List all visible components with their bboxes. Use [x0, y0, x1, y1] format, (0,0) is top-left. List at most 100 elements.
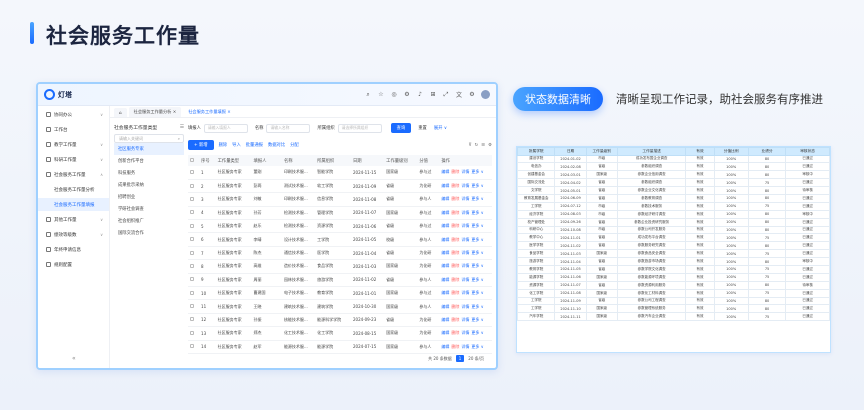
delete-link[interactable]: 删除: [451, 344, 459, 349]
detail-link[interactable]: 详情: [461, 263, 469, 268]
row-checkbox-cell[interactable]: [188, 246, 200, 261]
detail-link[interactable]: 详情: [461, 196, 469, 201]
settings-icon[interactable]: ⚙: [403, 91, 411, 98]
table-row[interactable]: 1 社区服务专家 董刚 印刷技术服... 智能学院 2024-11-15 国家级 参与过 编辑删…: [188, 166, 492, 180]
edit-link[interactable]: 编辑: [441, 169, 449, 174]
delete-link[interactable]: 删除: [451, 330, 459, 335]
sidebar-item[interactable]: 其他工作量 ∨: [38, 213, 109, 226]
table-row[interactable]: 7 社区服务专家 陈杰 通信技术服... 医学院 2024-11-04 省级 为化研 编辑 删除详…: [188, 246, 492, 261]
filter-icon[interactable]: ⊽: [469, 143, 472, 148]
row-checkbox[interactable]: [190, 183, 194, 188]
delete-link[interactable]: 删除: [451, 263, 459, 268]
more-link[interactable]: 更多 ∨: [471, 250, 483, 255]
org-select[interactable]: 请选择所属组织: [337, 123, 382, 133]
delete-link[interactable]: 删除: [451, 277, 459, 282]
sidebar-item[interactable]: 年终申请信息: [38, 243, 109, 256]
grid-icon[interactable]: ⊞: [429, 91, 437, 98]
delete-link[interactable]: 删除: [451, 196, 459, 201]
detail-link[interactable]: 详情: [461, 237, 469, 242]
sidebar-item[interactable]: 协同办公 ∨: [38, 108, 109, 121]
edit-link[interactable]: 编辑: [441, 317, 449, 322]
column-icon[interactable]: ☰: [481, 143, 485, 148]
row-checkbox-cell[interactable]: [188, 179, 200, 194]
edit-link[interactable]: 编辑: [441, 196, 449, 201]
row-checkbox[interactable]: [190, 237, 194, 242]
import-button[interactable]: 导入: [232, 142, 241, 148]
expand-icon[interactable]: ⤢: [442, 91, 450, 99]
tab[interactable]: 社会服务工作量分析 ×: [128, 107, 182, 117]
row-checkbox[interactable]: [190, 290, 194, 295]
table-row[interactable]: 12 社区服务专家 孙振 核能技术服... 能源科学学院 2024-09-23 省级 为化研编…: [188, 313, 492, 328]
more-link[interactable]: 更多 ∨: [471, 290, 483, 295]
name-input[interactable]: 请输入名称: [266, 123, 311, 133]
sidebar-item[interactable]: 社会服务工作量填报: [38, 198, 109, 211]
table-row[interactable]: 8 社区服务专家 高维 造价技术服... 食品学院 2024-11-03 国家级 为化研 编辑删…: [188, 259, 492, 274]
sidebar-item[interactable]: 社会服务工作量分析: [38, 183, 109, 196]
table-row[interactable]: 14 社区服务专家 赵军 能源技术服... 能源学院 2024-07-15 国家级 参与人 编辑…: [188, 340, 492, 354]
sidebar-item[interactable]: 工作台: [38, 123, 109, 136]
table-row[interactable]: 2 社区服务专家 彭两 测试技术服... 软工学院 2024-11-09 省级 为化研 编辑 删除…: [188, 179, 492, 194]
table-row[interactable]: 10 社区服务专家 曹建国 电子技术服... 教育学院 2024-11-01 国家级 参与过编…: [188, 286, 492, 301]
edit-link[interactable]: 编辑: [441, 344, 449, 349]
edit-link[interactable]: 编辑: [441, 237, 449, 242]
delete-link[interactable]: 删除: [451, 317, 459, 322]
row-checkbox[interactable]: [190, 196, 194, 201]
tree-item[interactable]: 国际交流合作: [114, 227, 184, 239]
share-button[interactable]: 分配: [290, 142, 299, 148]
search-icon[interactable]: ⌕: [364, 91, 372, 99]
delete-link[interactable]: 删除: [451, 183, 459, 188]
row-checkbox[interactable]: [190, 169, 194, 174]
edit-link[interactable]: 编辑: [441, 304, 449, 309]
more-link[interactable]: 更多 ∨: [471, 317, 483, 322]
new-button[interactable]: + 新增: [188, 140, 214, 150]
tree-item[interactable]: 创新合作平台: [114, 155, 184, 167]
select-all-checkbox[interactable]: [188, 155, 200, 166]
row-checkbox-cell[interactable]: [188, 259, 200, 274]
delete-button[interactable]: 删除: [219, 142, 228, 148]
table-row[interactable]: 13 社区服务专家 郑杰 化工技术服... 化工学院 2024-08-15 国家级 为化研 编辑…: [188, 326, 492, 341]
edit-link[interactable]: 编辑: [441, 250, 449, 255]
page-size-select[interactable]: 20 条/页: [468, 356, 484, 362]
more-link[interactable]: 更多 ∨: [471, 169, 483, 174]
more-link[interactable]: 更多 ∨: [471, 196, 483, 201]
star-icon[interactable]: ☆: [377, 91, 385, 98]
edit-link[interactable]: 编辑: [441, 290, 449, 295]
bell-icon[interactable]: ♪: [416, 91, 424, 98]
edit-link[interactable]: 编辑: [441, 277, 449, 282]
detail-link[interactable]: 详情: [461, 290, 469, 295]
detail-link[interactable]: 详情: [461, 183, 469, 188]
table-row[interactable]: 11 社区服务专家 王晓 建筑技术服... 建筑学院 2024-10-30 国家级 参与人 编辑…: [188, 299, 492, 314]
more-link[interactable]: 更多 ∨: [471, 304, 483, 309]
detail-link[interactable]: 详情: [461, 250, 469, 255]
data-compare-button[interactable]: 数据对比: [268, 142, 285, 148]
more-link[interactable]: 更多 ∨: [471, 223, 483, 228]
row-checkbox-cell[interactable]: [188, 299, 200, 314]
more-link[interactable]: 更多 ∨: [471, 183, 483, 188]
delete-link[interactable]: 删除: [451, 169, 459, 174]
tree-search-input[interactable]: 请输入关键词 ⌕: [114, 134, 184, 143]
expand-link[interactable]: 展开 ∨: [434, 125, 447, 131]
sidebar-item[interactable]: 绩效等级数 ∨: [38, 228, 109, 241]
row-checkbox-cell[interactable]: [188, 340, 200, 354]
table-row[interactable]: 6 社区服务专家 李晴 设计技术服... 工学院 2024-11-05 校级 参与人 编辑 删除详…: [188, 232, 492, 247]
home-icon[interactable]: ⌂: [114, 108, 127, 117]
more-link[interactable]: 更多 ∨: [471, 344, 483, 349]
more-link[interactable]: 更多 ∨: [471, 263, 483, 268]
sidebar-item[interactable]: 科研工作量 ∨: [38, 153, 109, 166]
row-checkbox[interactable]: [190, 210, 194, 215]
row-checkbox-cell[interactable]: [188, 232, 200, 247]
more-link[interactable]: 更多 ∨: [471, 237, 483, 242]
row-checkbox[interactable]: [190, 263, 194, 268]
chat-icon[interactable]: ◎: [390, 91, 398, 98]
row-checkbox-cell[interactable]: [188, 326, 200, 341]
table-row[interactable]: 4 社区服务专家 孙芳 检测技术服... 管理学院 2024-11-07 国家级 参与过 编辑删…: [188, 206, 492, 221]
table-row[interactable]: 5 社区服务专家 赵乐 检测技术服... 资源学院 2024-11-06 省级 参与过 编辑 删除…: [188, 219, 492, 234]
table-row[interactable]: 9 社区服务专家 周丽 园林技术服... 旅游学院 2024-11-02 省级 参与人 编辑 删除…: [188, 273, 492, 288]
sidebar-item[interactable]: 教学工作量 ∨: [38, 138, 109, 151]
detail-link[interactable]: 详情: [461, 344, 469, 349]
row-checkbox[interactable]: [190, 330, 194, 335]
row-checkbox-cell[interactable]: [188, 206, 200, 221]
refresh-icon[interactable]: ↻: [475, 143, 479, 148]
settings-icon[interactable]: ⚙: [488, 143, 492, 148]
tree-item[interactable]: 成果批示采纳: [114, 179, 184, 191]
